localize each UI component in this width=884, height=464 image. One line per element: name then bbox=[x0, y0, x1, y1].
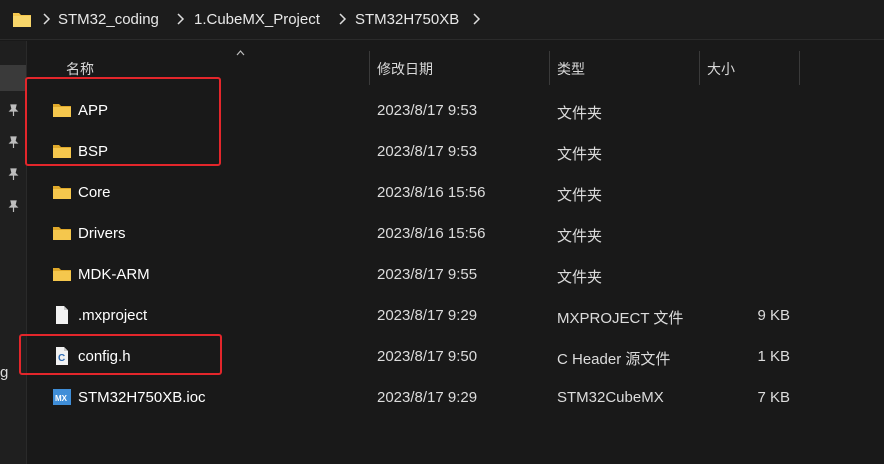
file-name[interactable]: Drivers bbox=[78, 225, 126, 242]
sort-ascending-icon bbox=[236, 50, 245, 56]
pin-icon[interactable] bbox=[7, 136, 20, 149]
file-icon bbox=[56, 306, 68, 324]
file-type: 文件夹 bbox=[557, 146, 603, 163]
file-type: MXPROJECT 文件 bbox=[557, 310, 684, 327]
file-modified: 2023/8/17 9:50 bbox=[377, 348, 478, 365]
folder-icon bbox=[53, 186, 71, 199]
file-row[interactable]: Drivers 2023/8/16 15:56 文件夹 bbox=[27, 213, 884, 254]
file-modified: 2023/8/16 15:56 bbox=[377, 225, 486, 242]
nav-item-label: g bbox=[0, 364, 9, 381]
file-modified: 2023/8/17 9:53 bbox=[377, 143, 478, 160]
file-name[interactable]: MDK-ARM bbox=[78, 266, 150, 283]
pin-icon[interactable] bbox=[7, 168, 20, 181]
folder-icon bbox=[53, 268, 71, 281]
highlight-box bbox=[25, 77, 221, 166]
file-modified: 2023/8/17 9:29 bbox=[377, 307, 478, 324]
chevron-right-icon[interactable] bbox=[41, 13, 51, 25]
column-size-header[interactable]: 大小 bbox=[707, 59, 735, 79]
file-row[interactable]: MDK-ARM 2023/8/17 9:55 文件夹 bbox=[27, 254, 884, 295]
file-name[interactable]: .mxproject bbox=[78, 307, 147, 324]
column-divider[interactable] bbox=[699, 51, 700, 85]
file-type: 文件夹 bbox=[557, 228, 603, 245]
column-name-header[interactable]: 名称 bbox=[66, 59, 94, 79]
file-modified: 2023/8/16 15:56 bbox=[377, 184, 486, 201]
file-modified: 2023/8/17 9:53 bbox=[377, 102, 478, 119]
file-size: 9 KB bbox=[757, 307, 790, 324]
breadcrumb-item[interactable]: 1.CubeMX_Project bbox=[194, 11, 320, 28]
nav-selected-item[interactable] bbox=[0, 65, 26, 91]
file-type: C Header 源文件 bbox=[557, 351, 671, 368]
file-modified: 2023/8/17 9:29 bbox=[377, 389, 478, 406]
file-name[interactable]: Core bbox=[78, 184, 111, 201]
file-size: 1 KB bbox=[757, 348, 790, 365]
file-type: 文件夹 bbox=[557, 105, 603, 122]
file-row[interactable]: MX STM32H750XB.ioc 2023/8/17 9:29 STM32C… bbox=[27, 377, 884, 418]
file-modified: 2023/8/17 9:55 bbox=[377, 266, 478, 283]
column-type-header[interactable]: 类型 bbox=[557, 59, 585, 79]
column-modified-header[interactable]: 修改日期 bbox=[377, 59, 433, 79]
chevron-right-icon[interactable] bbox=[471, 13, 481, 25]
column-divider[interactable] bbox=[549, 51, 550, 85]
column-divider[interactable] bbox=[369, 51, 370, 85]
file-name[interactable]: STM32H750XB.ioc bbox=[78, 389, 206, 406]
navigation-pane[interactable]: g bbox=[0, 41, 27, 464]
file-row[interactable]: Core 2023/8/16 15:56 文件夹 bbox=[27, 172, 884, 213]
folder-icon bbox=[13, 13, 31, 27]
stm32cubemx-file-icon: MX bbox=[53, 389, 71, 405]
column-divider[interactable] bbox=[799, 51, 800, 85]
file-type: STM32CubeMX bbox=[557, 389, 664, 406]
file-type: 文件夹 bbox=[557, 269, 603, 286]
file-row[interactable]: .mxproject 2023/8/17 9:29 MXPROJECT 文件 9… bbox=[27, 295, 884, 336]
folder-icon bbox=[53, 227, 71, 240]
breadcrumb-item[interactable]: STM32H750XB bbox=[355, 11, 459, 28]
chevron-right-icon[interactable] bbox=[175, 13, 185, 25]
chevron-right-icon[interactable] bbox=[337, 13, 347, 25]
pin-icon[interactable] bbox=[7, 104, 20, 117]
file-size: 7 KB bbox=[757, 389, 790, 406]
breadcrumb-item[interactable]: STM32_coding bbox=[58, 11, 159, 28]
highlight-box bbox=[19, 334, 222, 375]
file-type: 文件夹 bbox=[557, 187, 603, 204]
pin-icon[interactable] bbox=[7, 200, 20, 213]
address-bar[interactable]: STM32_coding 1.CubeMX_Project STM32H750X… bbox=[0, 0, 884, 40]
svg-text:MX: MX bbox=[55, 394, 68, 403]
